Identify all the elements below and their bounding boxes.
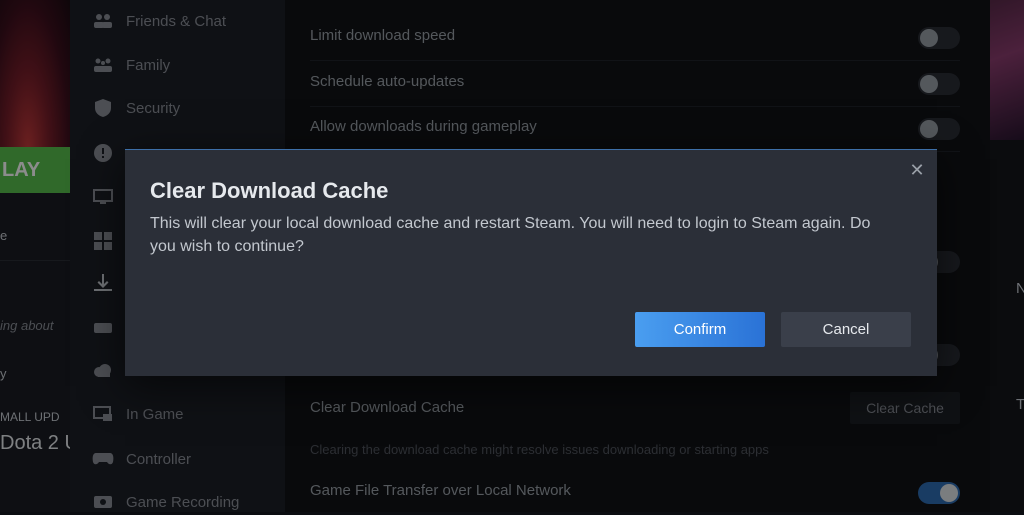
clear-cache-dialog: ✕ Clear Download Cache This will clear y… — [125, 149, 937, 376]
cancel-button[interactable]: Cancel — [781, 312, 911, 347]
dialog-message: This will clear your local download cach… — [150, 215, 871, 255]
confirm-button[interactable]: Confirm — [635, 312, 765, 347]
close-icon[interactable]: ✕ — [907, 160, 927, 180]
dialog-title: Clear Download Cache — [150, 178, 389, 203]
